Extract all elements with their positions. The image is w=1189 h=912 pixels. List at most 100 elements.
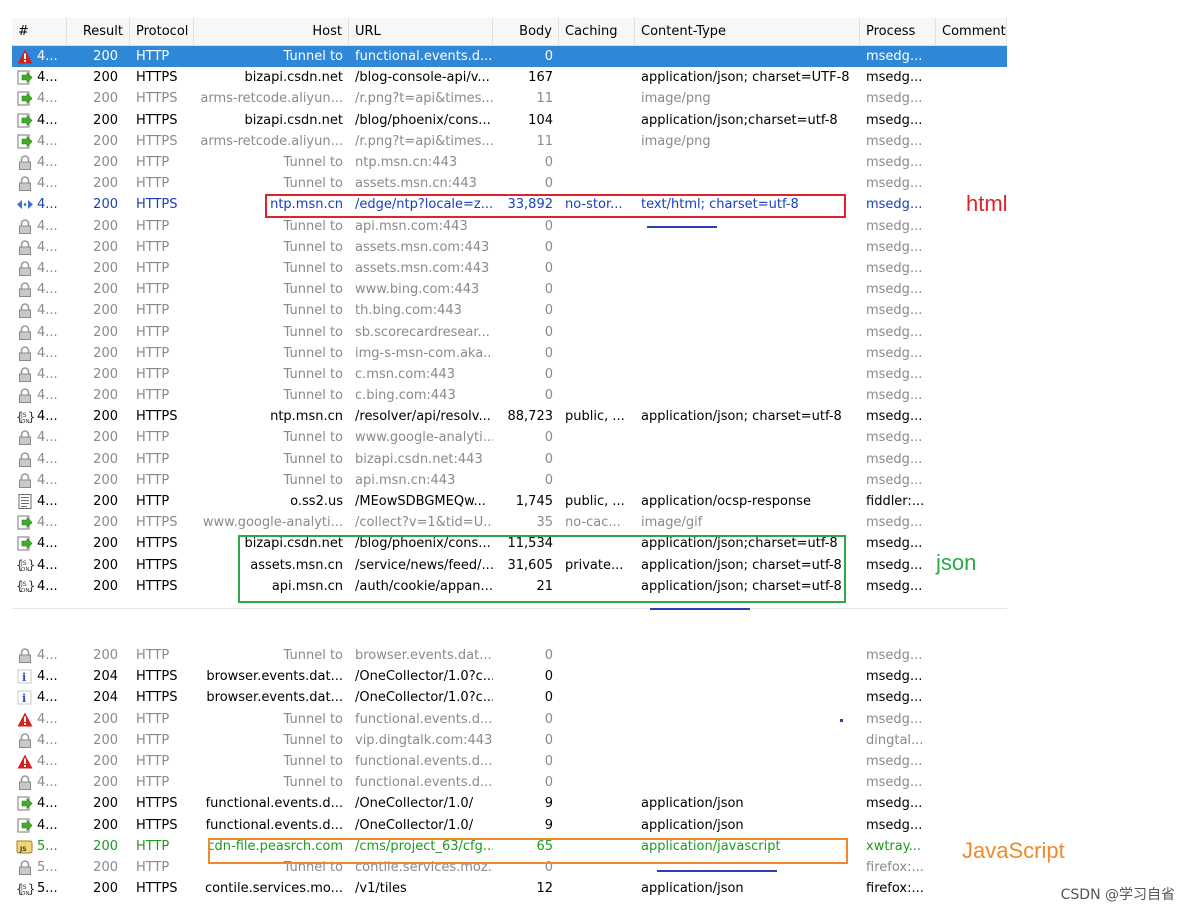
session-number: 4... bbox=[37, 515, 58, 531]
cell-result: 204 bbox=[93, 690, 118, 706]
session-row[interactable]: i 4... 204 HTTPS browser.events.dat... /OneCo… bbox=[12, 666, 1007, 687]
session-row[interactable]: {}JSON4... 200 HTTPS ntp.msn.cn/resolver/ap… bbox=[12, 406, 1007, 427]
cell-process: msedg... bbox=[866, 472, 923, 488]
cell-content-type: image/png bbox=[641, 91, 711, 107]
html-highlight-box bbox=[265, 194, 846, 218]
session-row[interactable]: 4... 200 HTTPS bizapi.csdn.net/blog-console… bbox=[12, 67, 1007, 88]
cell-number: 4... bbox=[12, 237, 67, 258]
cell-number: 4... bbox=[12, 533, 67, 554]
cell-process: msedg... bbox=[866, 711, 923, 727]
col-header-result[interactable]: Result bbox=[67, 18, 130, 45]
session-row[interactable]: 4... 200 HTTP Tunnel to bizapi.csdn.net:443 0… bbox=[12, 449, 1007, 470]
cell-caching: no-cac... bbox=[565, 515, 621, 531]
session-row[interactable]: 4... 200 HTTPS bizapi.csdn.net/blog/phoenix… bbox=[12, 110, 1007, 131]
session-number: 4... bbox=[37, 155, 58, 171]
session-row[interactable]: 4... 200 HTTP Tunnel to img-s-msn-com.aka...… bbox=[12, 343, 1007, 364]
session-row[interactable]: 4... 200 HTTP Tunnel to c.msn.com:443 0 msedg.… bbox=[12, 364, 1007, 385]
cell-body: 0 bbox=[544, 155, 553, 171]
stray-mark bbox=[840, 719, 843, 722]
cell-url: www.bing.com:443 bbox=[355, 282, 480, 298]
session-row[interactable]: {}JSON5... 200 HTTPS contile.services.mo...… bbox=[12, 878, 1007, 899]
cell-url: /blog-console-api/v... bbox=[355, 70, 490, 86]
cell-host: Tunnel to bbox=[283, 775, 343, 791]
session-row[interactable]: 4... 200 HTTP Tunnel to vip.dingtalk.com:443… bbox=[12, 730, 1007, 751]
json-underline bbox=[650, 608, 750, 610]
session-row[interactable]: 4... 200 HTTP Tunnel to assets.msn.cn:443 0 ms… bbox=[12, 173, 1007, 194]
cell-number: 4... bbox=[12, 385, 67, 406]
session-row[interactable]: 4... 200 HTTP Tunnel to th.bing.com:443 0 msed… bbox=[12, 300, 1007, 321]
cell-process: msedg... bbox=[866, 282, 923, 298]
cell-result: 200 bbox=[93, 155, 118, 171]
cell-number: 4... bbox=[12, 258, 67, 279]
session-number: 4... bbox=[37, 112, 58, 128]
session-row[interactable]: 4... 200 HTTP Tunnel to api.msn.cn:443 0 msedg… bbox=[12, 470, 1007, 491]
col-header-caching[interactable]: Caching bbox=[559, 18, 635, 45]
col-header-comments[interactable]: Comments bbox=[936, 18, 1007, 45]
cell-body: 11 bbox=[536, 91, 553, 107]
cell-process: msedg... bbox=[866, 536, 923, 552]
cell-process: msedg... bbox=[866, 451, 923, 467]
session-row[interactable]: i 4... 204 HTTPS browser.events.dat... /OneCo… bbox=[12, 687, 1007, 708]
cell-body: 167 bbox=[528, 70, 553, 86]
session-row[interactable]: 4... 200 HTTP Tunnel to www.bing.com:443 0 mse… bbox=[12, 279, 1007, 300]
col-header-content-type[interactable]: Content-Type bbox=[635, 18, 860, 45]
session-row[interactable]: 4... 200 HTTPS arms-retcode.aliyun... /r.png… bbox=[12, 88, 1007, 109]
cell-process: dingtal... bbox=[866, 732, 924, 748]
cell-protocol: HTTPS bbox=[136, 409, 178, 425]
cell-host: Tunnel to bbox=[283, 430, 343, 446]
cell-process: msedg... bbox=[866, 324, 923, 340]
cell-protocol: HTTPS bbox=[136, 91, 178, 107]
lock-icon bbox=[16, 430, 34, 446]
cell-result: 200 bbox=[93, 796, 118, 812]
session-row[interactable]: 4... 200 HTTP Tunnel to ntp.msn.cn:443 0 msedg… bbox=[12, 152, 1007, 173]
svg-text:i: i bbox=[22, 692, 26, 705]
cell-body: 0 bbox=[544, 239, 553, 255]
cell-process: msedg... bbox=[866, 775, 923, 791]
cell-result: 200 bbox=[93, 817, 118, 833]
session-row[interactable]: 4... 200 HTTP Tunnel to functional.events.d.… bbox=[12, 772, 1007, 793]
session-row[interactable]: 4... 200 HTTPS www.google-analyti... /collec… bbox=[12, 512, 1007, 533]
cell-number: 4... bbox=[12, 491, 67, 512]
session-row[interactable]: 4... 200 HTTP Tunnel to api.msn.com:443 0 msed… bbox=[12, 216, 1007, 237]
session-row[interactable]: 4... 200 HTTP Tunnel to sb.scorecardresear..… bbox=[12, 321, 1007, 342]
col-header-url[interactable]: URL bbox=[349, 18, 493, 45]
session-row[interactable]: 4... 200 HTTPS arms-retcode.aliyun... /r.png… bbox=[12, 131, 1007, 152]
session-row[interactable]: 4... 200 HTTP Tunnel to c.bing.com:443 0 msedg… bbox=[12, 385, 1007, 406]
session-row[interactable]: 4... 200 HTTP Tunnel to functional.events.d.… bbox=[12, 709, 1007, 730]
session-row[interactable]: 4... 200 HTTPS functional.events.d... /OneCo… bbox=[12, 793, 1007, 814]
js-icon: {}JSON bbox=[16, 557, 34, 573]
cell-url: /collect?v=1&tid=U... bbox=[355, 515, 493, 531]
cell-process: msedg... bbox=[866, 345, 923, 361]
cell-result: 200 bbox=[93, 515, 118, 531]
cell-url: /OneCollector/1.0/ bbox=[355, 796, 474, 812]
col-header-protocol[interactable]: Protocol bbox=[130, 18, 194, 45]
session-row[interactable]: 4... 200 HTTP o.ss2.us/MEowSDBGMEQw... 1,745… bbox=[12, 491, 1007, 512]
col-header-host[interactable]: Host bbox=[194, 18, 349, 45]
col-header-number[interactable]: # bbox=[12, 18, 67, 45]
cell-protocol: HTTP bbox=[136, 366, 170, 382]
cell-body: 0 bbox=[544, 451, 553, 467]
cell-content-type: application/json; charset=UTF-8 bbox=[641, 70, 850, 86]
svg-text:JS: JS bbox=[20, 581, 27, 588]
cell-result: 200 bbox=[93, 133, 118, 149]
html-annotation-label: html bbox=[966, 191, 1008, 216]
doc-icon bbox=[16, 494, 34, 510]
cell-result: 200 bbox=[93, 775, 118, 791]
col-header-body[interactable]: Body bbox=[493, 18, 559, 45]
cell-protocol: HTTP bbox=[136, 282, 170, 298]
session-row[interactable]: 4... 200 HTTP Tunnel to assets.msn.com:443 0 m… bbox=[12, 258, 1007, 279]
session-row[interactable]: 4... 200 HTTPS functional.events.d... /OneCo… bbox=[12, 815, 1007, 836]
cell-caching: public, ... bbox=[565, 494, 625, 510]
cell-protocol: HTTPS bbox=[136, 70, 178, 86]
session-row[interactable]: 4... 200 HTTP Tunnel to functional.events.d.… bbox=[12, 46, 1007, 68]
cell-protocol: HTTPS bbox=[136, 796, 178, 812]
session-row[interactable]: 4... 200 HTTP Tunnel to assets.msn.com:443 0 m… bbox=[12, 237, 1007, 258]
session-row[interactable]: 4... 200 HTTP Tunnel to browser.events.dat..… bbox=[12, 645, 1007, 666]
session-row[interactable]: 4... 200 HTTP Tunnel to functional.events.d.… bbox=[12, 751, 1007, 772]
session-number: 4... bbox=[37, 690, 58, 706]
col-header-process[interactable]: Process bbox=[860, 18, 936, 45]
session-row[interactable]: 4... 200 HTTP Tunnel to www.google-analyti..… bbox=[12, 427, 1007, 448]
cell-number: {}JSON4... bbox=[12, 576, 67, 597]
session-number: 4... bbox=[37, 472, 58, 488]
cell-number: 4... bbox=[12, 730, 67, 751]
